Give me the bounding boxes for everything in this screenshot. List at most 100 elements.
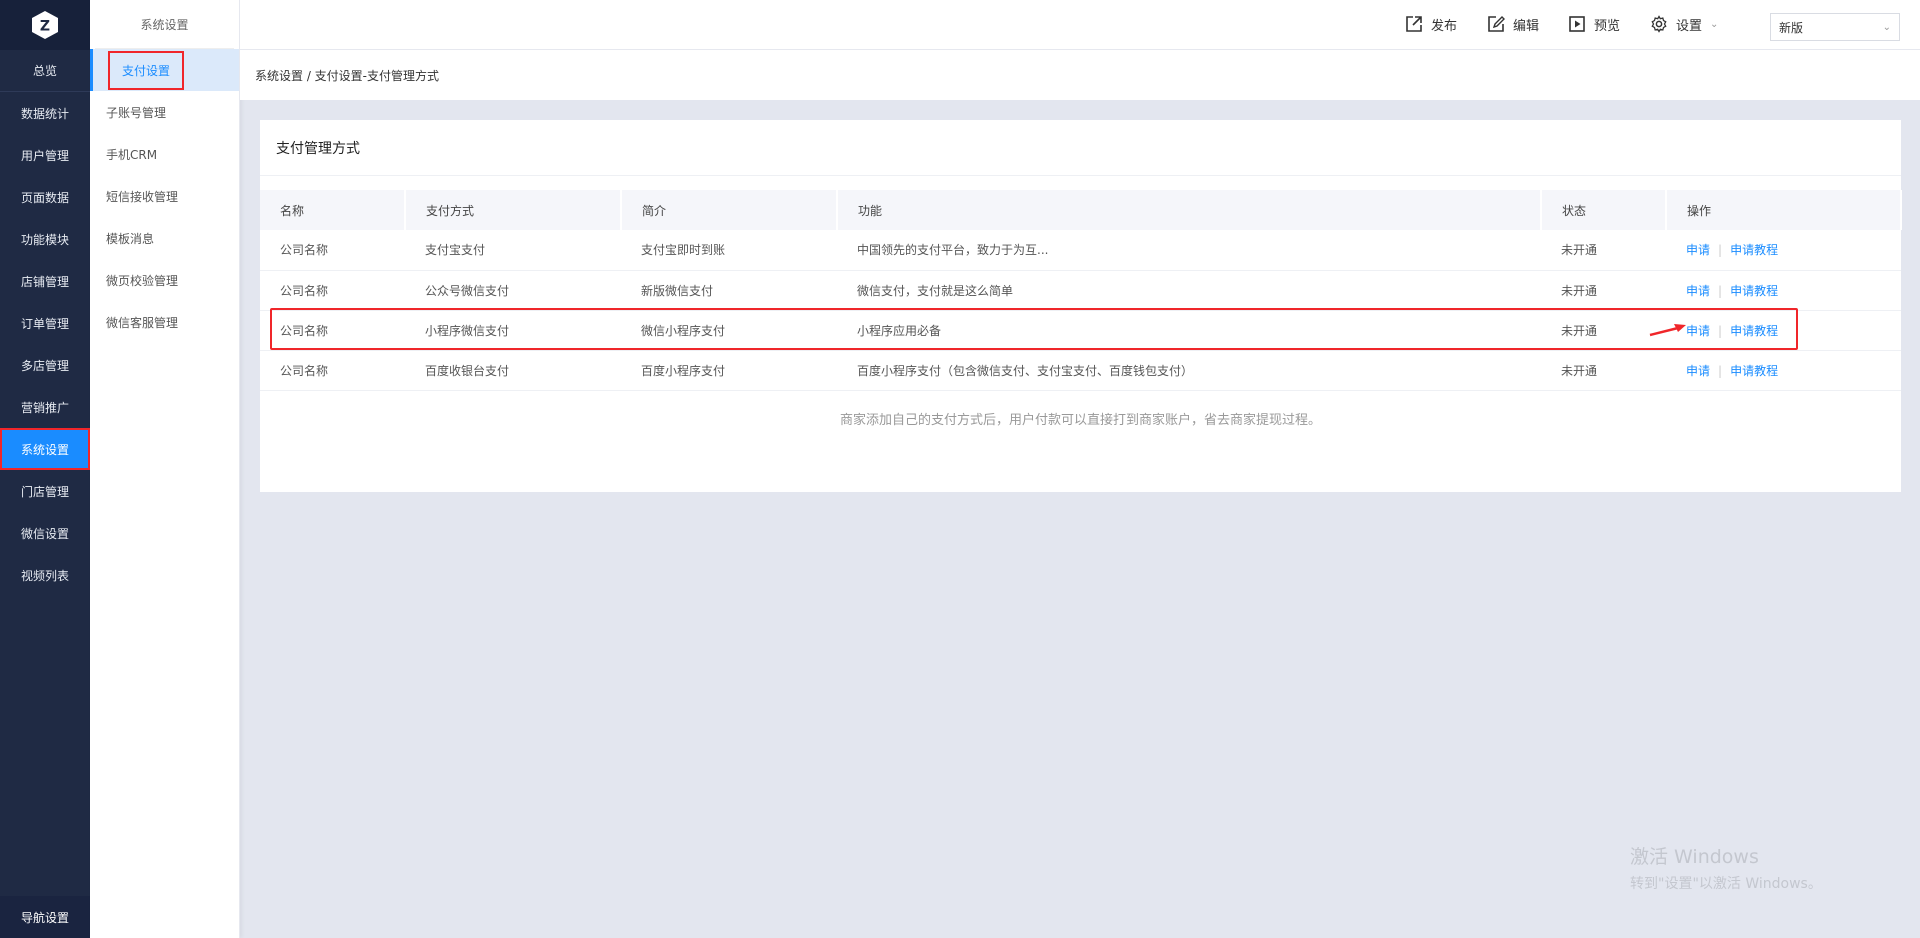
nav-order-management[interactable]: 订单管理	[0, 302, 90, 344]
logo[interactable]: Z	[0, 0, 90, 50]
cell-status: 未开通	[1541, 270, 1666, 311]
cell-actions: 申请 | 申请教程	[1666, 230, 1901, 271]
cell-intro: 百度小程序支付	[621, 350, 837, 391]
cell-intro: 支付宝即时到账	[621, 230, 837, 271]
settings-menu[interactable]: 设置 ⌄	[1650, 12, 1718, 36]
column-header-actions: 操作	[1666, 190, 1902, 230]
windows-activation-watermark: 激活 Windows 转到"设置"以激活 Windows。	[1630, 842, 1822, 893]
subnav-payment-settings[interactable]: 支付设置	[90, 49, 239, 91]
table-row: 公司名称 百度收银台支付 百度小程序支付 百度小程序支付（包含微信支付、支付宝支…	[260, 350, 1901, 391]
nav-navigation-settings[interactable]: 导航设置	[0, 896, 90, 938]
watermark-line1: 激活 Windows	[1630, 846, 1759, 868]
subnav-sub-accounts[interactable]: 子账号管理	[90, 91, 239, 133]
nav-page-data[interactable]: 页面数据	[0, 176, 90, 218]
action-separator: |	[1718, 283, 1723, 298]
nav-user-management[interactable]: 用户管理	[0, 134, 90, 176]
chevron-down-icon: ⌄	[1882, 21, 1891, 33]
apply-tutorial-link[interactable]: 申请教程	[1730, 324, 1778, 338]
cell-method: 小程序微信支付	[405, 310, 621, 351]
cell-actions: 申请 | 申请教程	[1666, 270, 1901, 311]
cell-feature: 小程序应用必备	[837, 310, 1541, 351]
subnav-sms-receive[interactable]: 短信接收管理	[90, 175, 239, 217]
cell-name: 公司名称	[260, 350, 405, 391]
table-header-row: 名称 支付方式 简介 功能 状态 操作	[260, 190, 1902, 230]
column-header-method: 支付方式	[405, 190, 622, 230]
secondary-sidebar-title: 系统设置	[95, 0, 234, 49]
cell-method: 公众号微信支付	[405, 270, 621, 311]
cell-method: 支付宝支付	[405, 230, 621, 271]
nav-store-management[interactable]: 店铺管理	[0, 260, 90, 302]
preview-label: 预览	[1594, 18, 1621, 34]
version-select-value: 新版	[1779, 20, 1804, 35]
apply-link[interactable]: 申请	[1686, 284, 1710, 298]
card-title: 支付管理方式	[260, 120, 1901, 176]
cell-feature: 百度小程序支付（包含微信支付、支付宝支付、百度钱包支付）	[837, 350, 1541, 391]
cell-name: 公司名称	[260, 230, 405, 271]
cell-intro: 新版微信支付	[621, 270, 837, 311]
svg-text:Z: Z	[40, 19, 50, 35]
apply-tutorial-link[interactable]: 申请教程	[1730, 364, 1778, 378]
nav-wechat-settings[interactable]: 微信设置	[0, 512, 90, 554]
action-separator: |	[1718, 363, 1723, 378]
column-header-intro: 简介	[621, 190, 838, 230]
subnav-wechat-service[interactable]: 微信客服管理	[90, 301, 239, 343]
settings-label: 设置	[1676, 18, 1703, 34]
primary-sidebar: Z 总览 数据统计 用户管理 页面数据 功能模块 店铺管理 订单管理 多店管理 …	[0, 0, 90, 938]
table-row: 公司名称 支付宝支付 支付宝即时到账 中国领先的支付平台，致力于为互... 未开…	[260, 230, 1901, 271]
cell-feature: 微信支付，支付就是这么简单	[837, 270, 1541, 311]
column-header-name: 名称	[260, 190, 406, 230]
nav-video-list[interactable]: 视频列表	[0, 554, 90, 596]
publish-button[interactable]: 发布	[1405, 12, 1457, 36]
secondary-sidebar: 系统设置 支付设置 子账号管理 手机CRM 短信接收管理 模板消息 微页校验管理…	[90, 0, 240, 938]
gear-icon	[1651, 15, 1667, 33]
apply-link[interactable]: 申请	[1686, 364, 1710, 378]
table-row: 公司名称 公众号微信支付 新版微信支付 微信支付，支付就是这么简单 未开通 申请…	[260, 270, 1901, 311]
apply-tutorial-link[interactable]: 申请教程	[1730, 243, 1778, 257]
nav-multi-store[interactable]: 多店管理	[0, 344, 90, 386]
nav-marketing[interactable]: 营销推广	[0, 386, 90, 428]
logo-icon: Z	[32, 11, 58, 39]
subnav-template-messages[interactable]: 模板消息	[90, 217, 239, 259]
nav-data-stats[interactable]: 数据统计	[0, 92, 90, 134]
nav-overview[interactable]: 总览	[0, 50, 90, 92]
edit-label: 编辑	[1513, 18, 1540, 34]
payment-methods-table: 名称 支付方式 简介 功能 状态 操作 公司名称 支付宝支付 支付宝即时到账 中…	[260, 190, 1902, 391]
subnav-page-verification[interactable]: 微页校验管理	[90, 259, 239, 301]
nav-shop-management[interactable]: 门店管理	[0, 470, 90, 512]
payment-note: 商家添加自己的支付方式后，用户付款可以直接打到商家账户，省去商家提现过程。	[839, 412, 1321, 428]
watermark-line2: 转到"设置"以激活 Windows。	[1630, 876, 1822, 892]
preview-icon	[1569, 16, 1585, 32]
publish-label: 发布	[1431, 18, 1458, 34]
cell-name: 公司名称	[260, 310, 405, 351]
red-arrow-icon	[1649, 324, 1686, 337]
publish-icon	[1406, 16, 1422, 32]
column-header-status: 状态	[1541, 190, 1667, 230]
subnav-mobile-crm[interactable]: 手机CRM	[90, 133, 239, 175]
nav-system-settings[interactable]: 系统设置	[0, 428, 90, 470]
edit-icon	[1488, 16, 1505, 32]
cell-actions: 申请 | 申请教程	[1666, 310, 1901, 351]
cell-name: 公司名称	[260, 270, 405, 311]
apply-link[interactable]: 申请	[1686, 243, 1710, 257]
breadcrumb: 系统设置 / 支付设置-支付管理方式	[240, 50, 1920, 100]
apply-tutorial-link[interactable]: 申请教程	[1730, 284, 1778, 298]
top-bar: 发布 编辑 预览 设置 ⌄ 新版 ⌄	[240, 0, 1920, 50]
subnav-payment-settings-label: 支付设置	[108, 50, 185, 90]
cell-status: 未开通	[1541, 350, 1666, 391]
cell-method: 百度收银台支付	[405, 350, 621, 391]
primary-nav-list: 数据统计 用户管理 页面数据 功能模块 店铺管理 订单管理 多店管理 营销推广 …	[0, 92, 90, 596]
payment-methods-card: 支付管理方式 名称 支付方式 简介 功能 状态 操作 公司名称 支付宝支付 支付…	[260, 120, 1902, 492]
action-separator: |	[1718, 323, 1723, 338]
cell-feature: 中国领先的支付平台，致力于为互...	[837, 230, 1541, 271]
cell-intro: 微信小程序支付	[621, 310, 837, 351]
apply-link[interactable]: 申请	[1686, 324, 1710, 338]
chevron-down-icon: ⌄	[1710, 18, 1719, 30]
action-separator: |	[1718, 243, 1723, 258]
version-select[interactable]: 新版 ⌄	[1770, 13, 1900, 41]
edit-button[interactable]: 编辑	[1487, 12, 1539, 36]
nav-feature-modules[interactable]: 功能模块	[0, 218, 90, 260]
preview-button[interactable]: 预览	[1568, 12, 1620, 36]
column-header-feature: 功能	[837, 190, 1542, 230]
cell-status: 未开通	[1541, 230, 1666, 271]
cell-actions: 申请 | 申请教程	[1666, 350, 1901, 391]
